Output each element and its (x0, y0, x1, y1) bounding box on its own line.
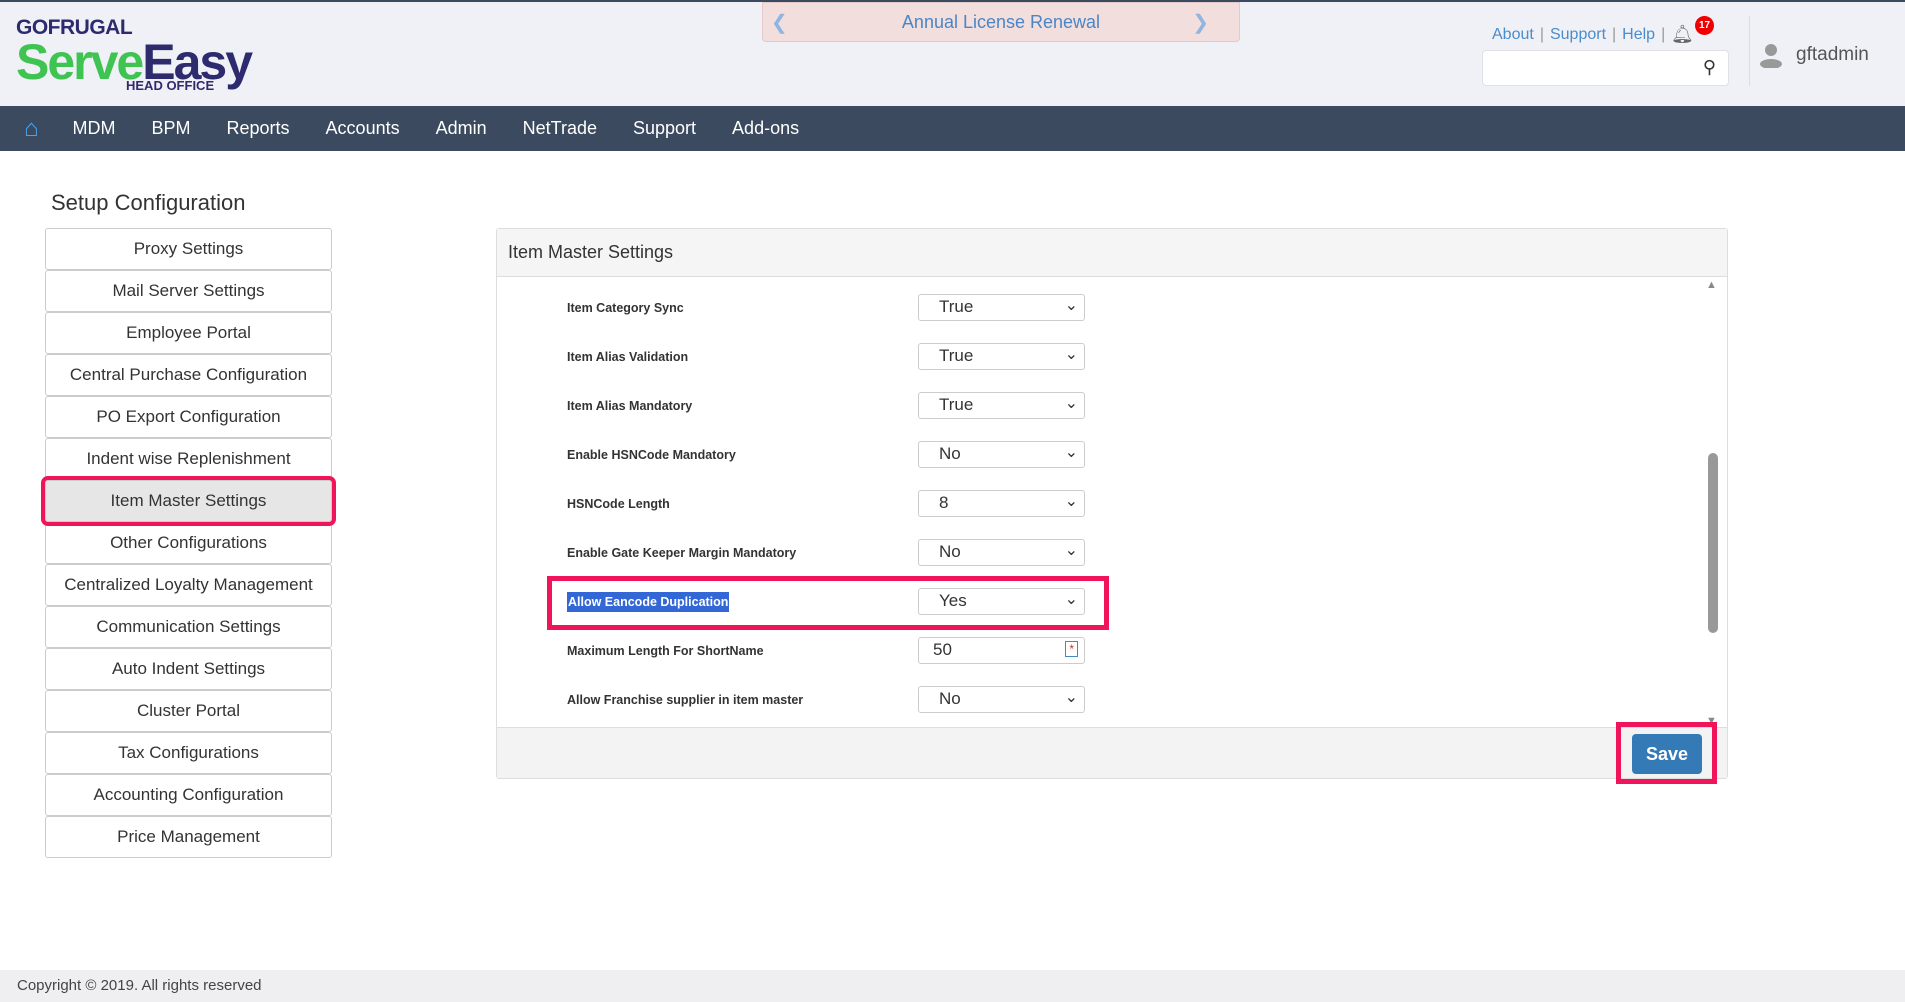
setting-select[interactable]: No ⌄ (918, 686, 1085, 713)
user-menu[interactable]: gftadmin (1760, 42, 1869, 68)
setting-value: 8 (939, 493, 949, 512)
save-button[interactable]: Save (1632, 734, 1702, 774)
nav-reports[interactable]: Reports (227, 118, 290, 139)
setting-value: No (939, 542, 961, 561)
setting-select[interactable]: True ⌄ (918, 392, 1085, 419)
sidebar-item[interactable]: Cluster Portal (45, 690, 332, 732)
nav-nettrade[interactable]: NetTrade (523, 118, 597, 139)
sidebar-item[interactable]: Item Master Settings (41, 476, 336, 526)
setting-value: True (939, 297, 974, 316)
main-nav: ⌂ MDM BPM Reports Accounts Admin NetTrad… (0, 106, 1905, 151)
nav-accounts[interactable]: Accounts (326, 118, 400, 139)
chevron-down-icon: ⌄ (1064, 444, 1078, 461)
sidebar-item[interactable]: Tax Configurations (45, 732, 332, 774)
setting-row: Allow Franchise supplier in item master N… (567, 686, 1267, 713)
setting-value: 50 (933, 640, 952, 659)
setting-label: Item Alias Validation (567, 349, 689, 364)
setting-row: Item Alias Mandatory True ⌄ (567, 392, 1267, 419)
setting-select[interactable]: True ⌄ (918, 343, 1085, 370)
nav-admin[interactable]: Admin (436, 118, 487, 139)
setting-label: Enable Gate Keeper Margin Mandatory (567, 545, 797, 560)
scroll-up-icon[interactable]: ▲ (1706, 279, 1717, 291)
home-icon[interactable]: ⌂ (24, 115, 39, 143)
highlight-box (547, 576, 1109, 630)
setting-input[interactable]: 50 * (918, 637, 1085, 664)
setting-select[interactable]: 8 ⌄ (918, 490, 1085, 517)
scrollbar-thumb[interactable] (1708, 453, 1718, 633)
help-link[interactable]: Help (1622, 26, 1655, 44)
scrollbar[interactable]: ▲ ▼ (1705, 277, 1719, 729)
nav-addons[interactable]: Add-ons (732, 118, 799, 139)
chevron-down-icon: ⌄ (1064, 542, 1078, 559)
setting-label: HSNCode Length (567, 496, 670, 511)
setting-value: True (939, 346, 974, 365)
license-banner[interactable]: ❮ Annual License Renewal ❯ (762, 2, 1240, 42)
sidebar-item[interactable]: PO Export Configuration (45, 396, 332, 438)
sidebar-item[interactable]: Central Purchase Configuration (45, 354, 332, 396)
chevron-down-icon: ⌄ (1064, 346, 1078, 363)
page-title: Setup Configuration (51, 190, 246, 215)
footer: Copyright © 2019. All rights reserved (0, 970, 1905, 1002)
nav-support[interactable]: Support (633, 118, 696, 139)
chevron-down-icon: ⌄ (1064, 689, 1078, 706)
notification-badge[interactable]: 17 (1695, 16, 1714, 35)
divider (1749, 16, 1750, 86)
sidebar: Proxy Settings Mail Server Settings Employ… (41, 228, 336, 858)
bell-icon[interactable]: 🔔︎ (1671, 24, 1694, 45)
chevron-down-icon: ⌄ (1064, 493, 1078, 510)
sidebar-item[interactable]: Employee Portal (45, 312, 332, 354)
sidebar-item[interactable]: Proxy Settings (45, 228, 332, 270)
sidebar-item[interactable]: Communication Settings (45, 606, 332, 648)
setting-row: HSNCode Length 8 ⌄ (567, 490, 1267, 517)
panel-title: Item Master Settings (497, 229, 1727, 277)
search-input[interactable]: ⚲ (1482, 50, 1729, 86)
search-icon[interactable]: ⚲ (1703, 57, 1716, 78)
sidebar-item[interactable]: Mail Server Settings (45, 270, 332, 312)
sidebar-item[interactable]: Auto Indent Settings (45, 648, 332, 690)
nav-bpm[interactable]: BPM (152, 118, 191, 139)
sidebar-item[interactable]: Other Configurations (45, 522, 332, 564)
panel-footer (497, 727, 1727, 778)
setting-value: No (939, 689, 961, 708)
username[interactable]: gftadmin (1796, 44, 1869, 66)
setting-row: Item Alias Validation True ⌄ (567, 343, 1267, 370)
setting-select[interactable]: No ⌄ (918, 539, 1085, 566)
chevron-left-icon[interactable]: ❮ (771, 10, 788, 35)
setting-label: Enable HSNCode Mandatory (567, 447, 736, 462)
logo[interactable]: GOFRUGAL ServeEasy HEAD OFFICE (16, 16, 253, 93)
chevron-down-icon: ⌄ (1064, 297, 1078, 314)
logo-serve: Serve (16, 34, 144, 90)
sidebar-item[interactable]: Price Management (45, 816, 332, 858)
setting-label: Maximum Length For ShortName (567, 643, 764, 658)
chevron-down-icon: ⌄ (1064, 395, 1078, 412)
support-link[interactable]: Support (1550, 26, 1606, 44)
setting-row: Enable Gate Keeper Margin Mandatory No ⌄ (567, 539, 1267, 566)
copyright: Copyright © 2019. All rights reserved (17, 977, 262, 994)
setting-label: Allow Franchise supplier in item master (567, 692, 804, 707)
setting-row: Enable HSNCode Mandatory No ⌄ (567, 441, 1267, 468)
logo-subtitle: HEAD OFFICE (126, 78, 215, 93)
setting-label: Item Category Sync (567, 300, 684, 315)
chevron-right-icon[interactable]: ❯ (1192, 10, 1209, 35)
setting-row: Item Category Sync True ⌄ (567, 294, 1267, 321)
settings-list: Item Category Sync True ⌄ Item Alias Valida… (497, 277, 1727, 729)
sidebar-item[interactable]: Accounting Configuration (45, 774, 332, 816)
sidebar-item[interactable]: Indent wise Replenishment (45, 438, 332, 480)
setting-value: True (939, 395, 974, 414)
banner-text[interactable]: Annual License Renewal (902, 12, 1100, 33)
sidebar-item[interactable]: Centralized Loyalty Management (45, 564, 332, 606)
user-icon (1760, 44, 1782, 68)
nav-mdm[interactable]: MDM (73, 118, 116, 139)
setting-select[interactable]: No ⌄ (918, 441, 1085, 468)
setting-select[interactable]: True ⌄ (918, 294, 1085, 321)
setting-label: Item Alias Mandatory (567, 398, 693, 413)
item-master-panel: Item Master Settings Item Category Sync T… (496, 228, 1728, 779)
setting-row: Maximum Length For ShortName 50 * (567, 637, 1267, 664)
setting-value: No (939, 444, 961, 463)
top-header: GOFRUGAL ServeEasy HEAD OFFICE ❮ Annual … (0, 0, 1905, 106)
about-link[interactable]: About (1492, 26, 1534, 44)
input-helper-icon: * (1065, 641, 1078, 657)
